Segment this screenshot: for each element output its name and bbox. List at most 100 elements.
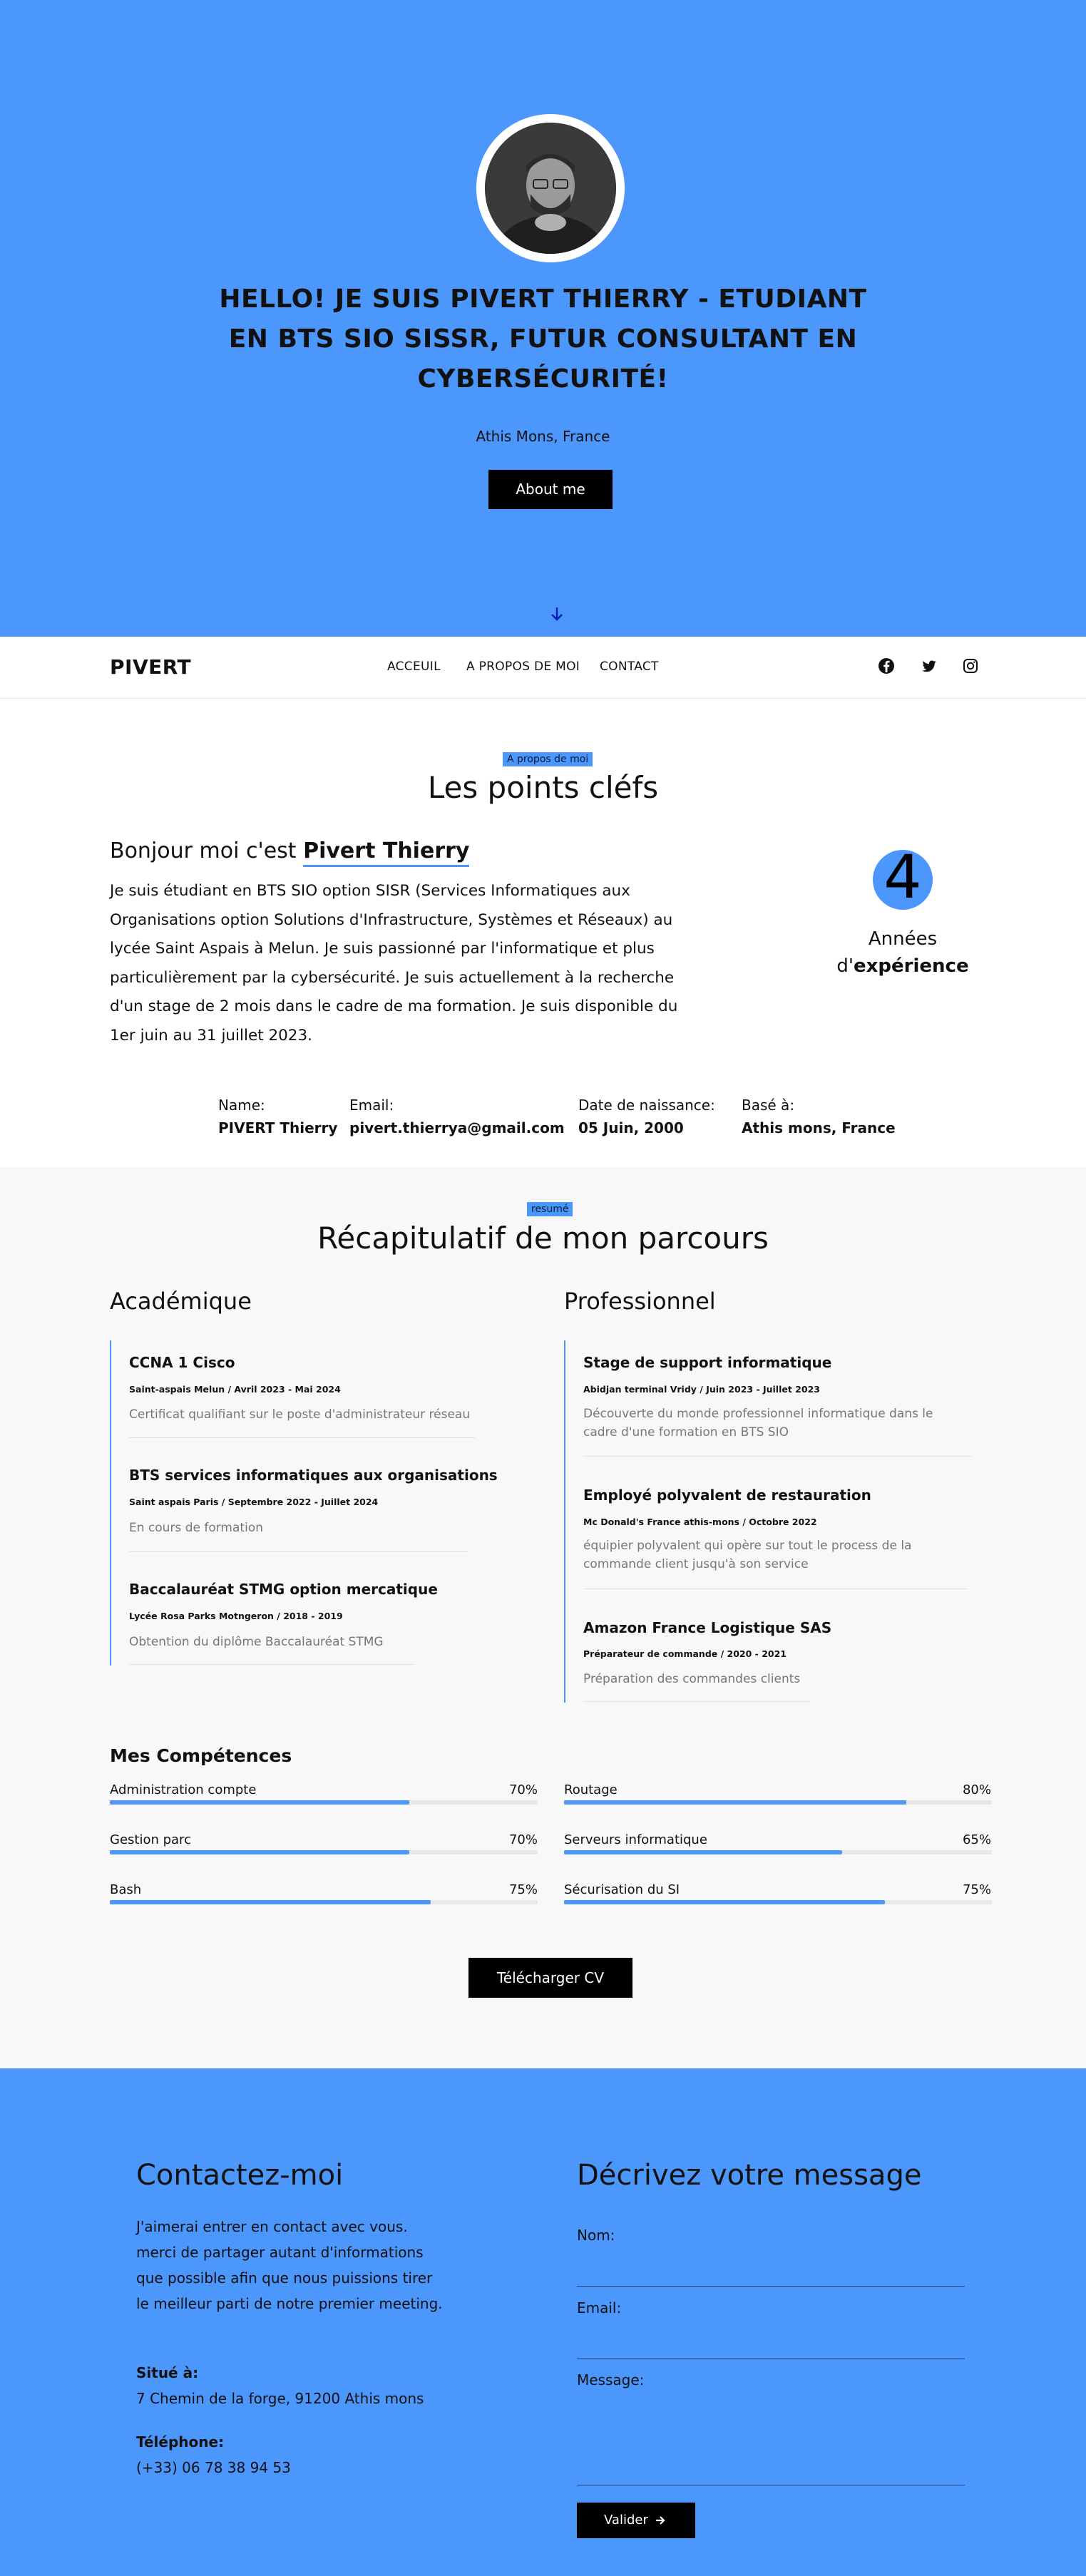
about-greeting-prefix: Bonjour moi c'est bbox=[110, 838, 304, 863]
submit-label: Valider bbox=[604, 2513, 648, 2528]
academic-entry-desc: Certificat qualifiant sur le poste d'adm… bbox=[129, 1407, 471, 1422]
nav-link-contact[interactable]: CONTACT bbox=[600, 660, 659, 674]
academic-entry-meta: Lycée Rosa Parks Motngeron / 2018 - 2019 bbox=[129, 1611, 343, 1621]
contact-title: Contactez-moi bbox=[136, 2159, 344, 2192]
portrait-image bbox=[485, 123, 616, 254]
academic-entry-title: Baccalauréat STMG option mercatique bbox=[129, 1581, 438, 1598]
info-value: 05 Juin, 2000 bbox=[578, 1119, 684, 1136]
skill-label: Bash bbox=[110, 1882, 142, 1897]
skill-bar-fill bbox=[110, 1850, 409, 1854]
about-greeting: Bonjour moi c'est Pivert Thierry bbox=[110, 838, 470, 867]
info-email: Email: pivert.thierrya@gmail.com bbox=[349, 1097, 565, 1136]
address-value: 7 Chemin de la forge, 91200 Athis mons bbox=[136, 2390, 424, 2407]
professional-title: Professionnel bbox=[564, 1288, 716, 1315]
contact-text: J'aimerai entrer en contact avec vous. m… bbox=[136, 2218, 443, 2312]
contact-section bbox=[0, 2068, 1086, 2576]
nav-link-acceuil[interactable]: ACCEUIL bbox=[387, 660, 441, 674]
years-number: 4 bbox=[883, 842, 922, 912]
skill-label: Sécurisation du SI bbox=[564, 1882, 680, 1897]
info-value: Athis mons, France bbox=[742, 1119, 896, 1136]
nav-link-about[interactable]: A PROPOS DE MOI bbox=[466, 660, 580, 674]
download-cv-button[interactable]: Télécharger CV bbox=[468, 1958, 632, 1998]
years-label-bold: expérience bbox=[854, 955, 969, 977]
academic-timeline bbox=[110, 1340, 111, 1666]
about-me-button[interactable]: About me bbox=[488, 470, 613, 509]
skill-percent: 75% bbox=[962, 1882, 991, 1897]
arrow-down-icon[interactable] bbox=[546, 603, 568, 625]
info-label: Basé à: bbox=[742, 1097, 795, 1114]
academic-entry-desc: Obtention du diplôme Baccalauréat STMG bbox=[129, 1635, 384, 1649]
years-label: Années bbox=[868, 928, 938, 950]
academic-entry-meta: Saint aspais Paris / Septembre 2022 - Ju… bbox=[129, 1497, 379, 1507]
twitter-icon[interactable] bbox=[918, 655, 940, 677]
hero-location: Athis Mons, France bbox=[476, 428, 610, 445]
instagram-icon[interactable] bbox=[960, 655, 981, 677]
hero-section: HELLO! JE SUIS PIVERT THIERRY - ETUDIANT… bbox=[0, 0, 1086, 637]
skill-label: Administration compte bbox=[110, 1782, 257, 1797]
years-label-experience: d'expérience bbox=[796, 955, 1010, 977]
info-label: Email: bbox=[349, 1097, 394, 1114]
academic-title: Académique bbox=[110, 1288, 252, 1315]
info-label: Date de naissance: bbox=[578, 1097, 715, 1114]
submit-button[interactable]: Valider bbox=[577, 2503, 695, 2538]
professional-entry-desc: équipier polyvalent qui opère sur tout l… bbox=[583, 1539, 912, 1571]
skill-bar bbox=[564, 1800, 992, 1805]
about-greeting-name: Pivert Thierry bbox=[303, 838, 470, 867]
avatar-photo bbox=[485, 123, 616, 254]
phone-value: (+33) 06 78 38 94 53 bbox=[136, 2459, 291, 2476]
skill-bar bbox=[110, 1900, 538, 1904]
skill-bar bbox=[564, 1850, 992, 1854]
message-textarea[interactable] bbox=[577, 2406, 965, 2485]
message-label: Message: bbox=[577, 2371, 645, 2388]
email-input[interactable] bbox=[577, 2328, 965, 2359]
about-paragraph: Je suis étudiant en BTS SIO option SISR … bbox=[110, 882, 678, 1045]
professional-entry-meta: Abidjan terminal Vridy / Juin 2023 - Jui… bbox=[583, 1384, 820, 1395]
professional-entry-meta: Mc Donald's France athis-mons / Octobre … bbox=[583, 1517, 817, 1527]
skill-percent: 75% bbox=[508, 1882, 538, 1897]
skill-percent: 70% bbox=[508, 1782, 538, 1797]
academic-entry-title: CCNA 1 Cisco bbox=[129, 1354, 235, 1371]
address-label: Situé à: bbox=[136, 2364, 199, 2381]
academic-entry-meta: Saint-aspais Melun / Avril 2023 - Mai 20… bbox=[129, 1384, 341, 1395]
professional-entry-title: Stage de support informatique bbox=[583, 1354, 832, 1371]
academic-entry-desc: En cours de formation bbox=[129, 1521, 263, 1535]
professional-entry-meta: Préparateur de commande / 2020 - 2021 bbox=[583, 1648, 787, 1659]
professional-entry-desc: Préparation des commandes clients bbox=[583, 1672, 801, 1686]
entry-separator bbox=[583, 1456, 972, 1457]
name-label: Nom: bbox=[577, 2227, 615, 2244]
info-value: pivert.thierrya@gmail.com bbox=[349, 1119, 565, 1136]
skill-percent: 70% bbox=[508, 1832, 538, 1847]
skill-percent: 65% bbox=[962, 1832, 991, 1847]
info-name: Name: PIVERT Thierry bbox=[218, 1097, 337, 1136]
resume-title: Récapitulatif de mon parcours bbox=[317, 1221, 769, 1256]
skill-bar-fill bbox=[564, 1800, 906, 1805]
entry-separator bbox=[583, 1701, 810, 1702]
years-label-prefix: d' bbox=[836, 955, 854, 977]
entry-separator bbox=[129, 1437, 475, 1438]
name-input[interactable] bbox=[577, 2255, 965, 2287]
entry-separator bbox=[129, 1664, 414, 1665]
skill-bar bbox=[110, 1800, 538, 1805]
professional-entry-desc: Découverte du monde professionnel inform… bbox=[583, 1407, 933, 1440]
brand-logo[interactable]: PIVERT bbox=[110, 655, 191, 679]
skills-title: Mes Compétences bbox=[110, 1745, 292, 1766]
about-tag: A propos de moi bbox=[503, 752, 593, 766]
arrow-right-icon bbox=[656, 2516, 665, 2525]
info-label: Name: bbox=[218, 1097, 265, 1114]
academic-entry-title: BTS services informatiques aux organisat… bbox=[129, 1467, 498, 1484]
skill-bar bbox=[110, 1850, 538, 1854]
facebook-icon[interactable] bbox=[876, 655, 897, 677]
skill-bar-fill bbox=[564, 1850, 842, 1854]
info-birthdate: Date de naissance: 05 Juin, 2000 bbox=[578, 1097, 715, 1136]
hero-title: HELLO! JE SUIS PIVERT THIERRY - ETUDIANT… bbox=[219, 284, 867, 394]
professional-entry-title: Employé polyvalent de restauration bbox=[583, 1487, 871, 1504]
skill-percent: 80% bbox=[962, 1782, 991, 1797]
professional-timeline bbox=[564, 1340, 565, 1703]
email-label: Email: bbox=[577, 2299, 622, 2316]
resume-tag: resumé bbox=[527, 1202, 573, 1216]
skill-bar-fill bbox=[110, 1900, 431, 1904]
professional-entry-title: Amazon France Logistique SAS bbox=[583, 1619, 832, 1636]
entry-separator bbox=[129, 1551, 468, 1552]
avatar bbox=[476, 114, 625, 262]
skill-bar-fill bbox=[110, 1800, 409, 1805]
